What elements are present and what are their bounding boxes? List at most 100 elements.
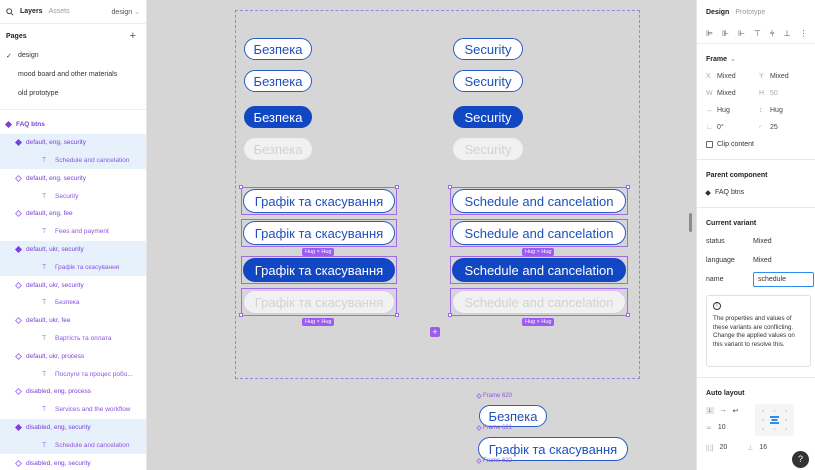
parent-component-link[interactable]: FAQ btns	[697, 184, 815, 201]
layer-item[interactable]: default, ukr, fee	[0, 312, 146, 330]
add-page-icon[interactable]: +	[130, 30, 136, 42]
layer-item-label: Schedule and cancelation	[55, 441, 130, 449]
layer-item[interactable]: T Security	[0, 187, 146, 205]
tab-assets[interactable]: Assets	[49, 8, 70, 15]
resize-handle[interactable]	[395, 185, 399, 189]
frame-622-label[interactable]: Frame 622	[476, 458, 512, 464]
selection-box	[450, 219, 628, 247]
add-variant-button[interactable]: +	[430, 327, 440, 337]
layer-item[interactable]: disabled, eng, security	[0, 454, 146, 470]
layer-item[interactable]: default, ukr, security	[0, 240, 146, 259]
layer-item-label: default, eng, security	[26, 139, 86, 147]
component-icon	[476, 458, 482, 464]
page-item[interactable]: old prototype	[0, 84, 146, 103]
align-bottom-icon[interactable]: ⊥	[783, 29, 790, 38]
warning-text: The properties and values of these varia…	[713, 315, 795, 348]
resize-handle[interactable]	[626, 185, 630, 189]
page-item-label: design	[18, 52, 39, 59]
frame-620-button[interactable]: Безпека	[479, 405, 547, 427]
canvas[interactable]: Безпека Безпека Безпека Безпека Security…	[147, 0, 696, 470]
align-center-h-icon[interactable]: ⊪	[722, 29, 729, 38]
horizontal-padding-value[interactable]: 20	[720, 444, 728, 451]
align-left-icon[interactable]: ⊫	[706, 29, 713, 38]
clip-content-checkbox[interactable]: Clip content	[697, 136, 815, 153]
layer-item[interactable]: T Послуги та процес робо...	[0, 365, 146, 383]
resize-handle[interactable]	[239, 185, 243, 189]
resize-handle[interactable]	[448, 185, 452, 189]
help-button[interactable]: ?	[792, 451, 809, 468]
resize-handle[interactable]	[395, 313, 399, 317]
button-uk-security-hover[interactable]: Безпека	[244, 70, 312, 92]
distribute-icon[interactable]: ⋮	[799, 29, 807, 38]
button-uk-security-disabled[interactable]: Безпека	[244, 138, 312, 160]
layer-item[interactable]: T Fees and payment	[0, 223, 146, 241]
layer-item[interactable]: T Services and the workflow	[0, 401, 146, 419]
layer-item[interactable]: T Безпека	[0, 294, 146, 312]
rotation-field[interactable]: ∟ 0°	[706, 119, 759, 136]
pages-title: Pages	[6, 32, 27, 40]
align-right-icon[interactable]: ⊩	[738, 29, 745, 38]
layer-item[interactable]: default, eng, security	[0, 133, 146, 152]
tab-design[interactable]: Design	[706, 9, 729, 16]
vertical-direction-icon[interactable]: ↓	[706, 407, 714, 414]
properties-panel: Design Prototype ⊫ ⊪ ⊩ ⊤ ⫩ ⊥ ⋮ Frame ⌄ XM…	[696, 0, 815, 470]
layer-item[interactable]: default, ukr, process	[0, 347, 146, 365]
variant-icon	[14, 139, 23, 147]
w-label: W	[706, 90, 713, 97]
align-center-v-icon[interactable]: ⫩	[770, 29, 775, 39]
layer-item[interactable]: default, eng, security	[0, 169, 146, 187]
alignment-toolbar: ⊫ ⊪ ⊩ ⊤ ⫩ ⊥ ⋮	[697, 24, 815, 44]
horizontal-direction-icon[interactable]: →	[720, 407, 727, 414]
search-icon[interactable]	[6, 7, 14, 16]
y-field[interactable]: Y Mixed	[759, 68, 812, 85]
resize-handle[interactable]	[448, 313, 452, 317]
layer-item[interactable]: default, eng, fee	[0, 205, 146, 223]
radius-field[interactable]: ◜ 25	[759, 119, 812, 136]
frame-621-label[interactable]: Frame 621	[476, 425, 512, 431]
resize-handle[interactable]	[626, 313, 630, 317]
layer-item[interactable]: T Вартість та оплата	[0, 330, 146, 348]
button-uk-security-default[interactable]: Безпека	[244, 38, 312, 60]
height-sizing-icon: ↕	[759, 107, 763, 114]
frame-section-title[interactable]: Frame ⌄	[697, 50, 815, 68]
resize-handle[interactable]	[239, 313, 243, 317]
variant-property-row[interactable]: language Mixed	[697, 251, 815, 270]
button-en-security-disabled[interactable]: Security	[453, 138, 523, 160]
layer-item[interactable]: T Графік та скасування	[0, 258, 146, 277]
layer-item[interactable]: FAQ btns	[0, 116, 146, 134]
canvas-scrollbar[interactable]	[689, 213, 692, 232]
layer-item-label: Security	[55, 192, 79, 200]
align-top-icon[interactable]: ⊤	[754, 29, 761, 38]
tab-prototype[interactable]: Prototype	[735, 9, 765, 16]
frame-620-label[interactable]: Frame 620	[476, 393, 512, 399]
w-value: Mixed	[717, 90, 736, 97]
page-item[interactable]: mood board and other materials	[0, 65, 146, 84]
layer-item[interactable]: T Schedule and cancelation	[0, 151, 146, 170]
layer-item[interactable]: disabled, eng, process	[0, 383, 146, 401]
wrap-icon[interactable]: ↩	[733, 407, 739, 415]
button-uk-security-active[interactable]: Безпека	[244, 106, 312, 128]
variant-icon	[14, 210, 23, 218]
tab-layers[interactable]: Layers	[20, 8, 43, 15]
page-dropdown[interactable]: design ⌄	[112, 8, 140, 16]
layer-item[interactable]: disabled, eng, security	[0, 418, 146, 437]
page-item[interactable]: ✓ design	[0, 46, 146, 65]
variant-property-row[interactable]: status Mixed	[697, 232, 815, 251]
alignment-grid[interactable]	[755, 404, 794, 436]
layer-item[interactable]: T Schedule and cancelation	[0, 436, 146, 455]
button-en-security-hover[interactable]: Security	[453, 70, 523, 92]
button-en-security-active[interactable]: Security	[453, 106, 523, 128]
x-field[interactable]: X Mixed	[706, 68, 759, 85]
hug-width-field[interactable]: ↔ Hug	[706, 102, 759, 119]
h-field[interactable]: H 50	[759, 85, 812, 102]
frame-title: Frame	[706, 55, 728, 63]
vertical-padding-value[interactable]: 16	[759, 444, 767, 451]
selection-box	[241, 187, 397, 215]
button-en-security-default[interactable]: Security	[453, 38, 523, 60]
layer-item[interactable]: default, ukr, security	[0, 276, 146, 294]
variant-name-input[interactable]: schedule	[753, 272, 814, 287]
layer-item-label: FAQ btns	[16, 121, 45, 129]
check-icon: ✓	[6, 52, 12, 60]
w-field[interactable]: W Mixed	[706, 85, 759, 102]
hug-height-field[interactable]: ↕ Hug	[759, 102, 812, 119]
